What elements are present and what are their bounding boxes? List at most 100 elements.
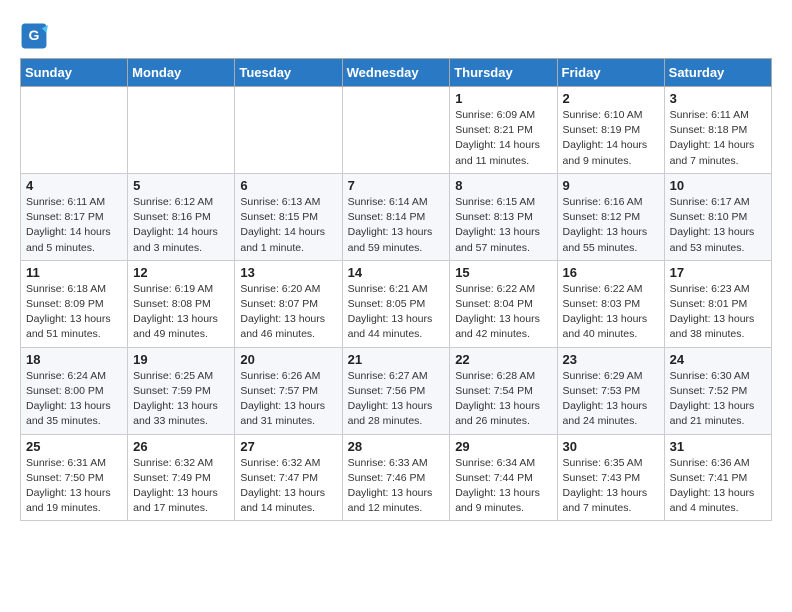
calendar-cell bbox=[128, 87, 235, 174]
day-info: Sunrise: 6:25 AM Sunset: 7:59 PM Dayligh… bbox=[133, 369, 229, 430]
calendar-cell: 6 Sunrise: 6:13 AM Sunset: 8:15 PM Daylig… bbox=[235, 173, 342, 260]
day-number: 14 bbox=[348, 265, 445, 280]
svg-text:G: G bbox=[29, 27, 40, 43]
day-number: 1 bbox=[455, 91, 551, 106]
calendar-cell: 26Sunrise: 6:32 AM Sunset: 7:49 PM Dayli… bbox=[128, 434, 235, 521]
day-info: Sunrise: 6:17 AM Sunset: 8:10 PM Dayligh… bbox=[670, 195, 766, 256]
day-number: 3 bbox=[670, 91, 766, 106]
day-info: Sunrise: 6:29 AM Sunset: 7:53 PM Dayligh… bbox=[563, 369, 659, 430]
day-number: 10 bbox=[670, 178, 766, 193]
calendar-cell: 31Sunrise: 6:36 AM Sunset: 7:41 PM Dayli… bbox=[664, 434, 771, 521]
day-info: Sunrise: 6:35 AM Sunset: 7:43 PM Dayligh… bbox=[563, 456, 659, 517]
day-number: 28 bbox=[348, 439, 445, 454]
day-number: 20 bbox=[240, 352, 336, 367]
day-number: 30 bbox=[563, 439, 659, 454]
day-number: 4 bbox=[26, 178, 122, 193]
calendar-cell: 30 Sunrise: 6:35 AM Sunset: 7:43 PM Dayli… bbox=[557, 434, 664, 521]
day-info: Sunrise: 6:22 AM Sunset: 8:03 PM Dayligh… bbox=[563, 282, 659, 343]
calendar-cell: 9 Sunrise: 6:16 AM Sunset: 8:12 PM Daylig… bbox=[557, 173, 664, 260]
day-info: Sunrise: 6:30 AM Sunset: 7:52 PM Dayligh… bbox=[670, 369, 766, 430]
calendar-cell bbox=[235, 87, 342, 174]
calendar-cell: 4Sunrise: 6:11 AM Sunset: 8:17 PM Daylig… bbox=[21, 173, 128, 260]
week-row-5: 25 Sunrise: 6:31 AM Sunset: 7:50 PM Dayli… bbox=[21, 434, 772, 521]
day-number: 16 bbox=[563, 265, 659, 280]
calendar-cell: 29 Sunrise: 6:34 AM Sunset: 7:44 PM Dayli… bbox=[450, 434, 557, 521]
weekday-header-friday: Friday bbox=[557, 59, 664, 87]
day-info: Sunrise: 6:14 AM Sunset: 8:14 PM Dayligh… bbox=[348, 195, 445, 256]
day-number: 6 bbox=[240, 178, 336, 193]
calendar-cell: 25 Sunrise: 6:31 AM Sunset: 7:50 PM Dayli… bbox=[21, 434, 128, 521]
day-number: 2 bbox=[563, 91, 659, 106]
day-number: 21 bbox=[348, 352, 445, 367]
day-number: 29 bbox=[455, 439, 551, 454]
day-info: Sunrise: 6:20 AM Sunset: 8:07 PM Dayligh… bbox=[240, 282, 336, 343]
day-info: Sunrise: 6:28 AM Sunset: 7:54 PM Dayligh… bbox=[455, 369, 551, 430]
day-number: 9 bbox=[563, 178, 659, 193]
header: G bbox=[20, 16, 772, 50]
weekday-header-monday: Monday bbox=[128, 59, 235, 87]
calendar-cell: 12 Sunrise: 6:19 AM Sunset: 8:08 PM Dayli… bbox=[128, 260, 235, 347]
day-number: 23 bbox=[563, 352, 659, 367]
calendar-cell: 27 Sunrise: 6:32 AM Sunset: 7:47 PM Dayli… bbox=[235, 434, 342, 521]
calendar-cell: 23 Sunrise: 6:29 AM Sunset: 7:53 PM Dayli… bbox=[557, 347, 664, 434]
day-number: 25 bbox=[26, 439, 122, 454]
calendar-cell: 21 Sunrise: 6:27 AM Sunset: 7:56 PM Dayli… bbox=[342, 347, 450, 434]
day-number: 8 bbox=[455, 178, 551, 193]
weekday-header-wednesday: Wednesday bbox=[342, 59, 450, 87]
day-info: Sunrise: 6:22 AM Sunset: 8:04 PM Dayligh… bbox=[455, 282, 551, 343]
day-info: Sunrise: 6:10 AM Sunset: 8:19 PM Dayligh… bbox=[563, 108, 659, 169]
day-number: 13 bbox=[240, 265, 336, 280]
calendar-cell: 10 Sunrise: 6:17 AM Sunset: 8:10 PM Dayli… bbox=[664, 173, 771, 260]
calendar-cell: 7 Sunrise: 6:14 AM Sunset: 8:14 PM Daylig… bbox=[342, 173, 450, 260]
weekday-header-sunday: Sunday bbox=[21, 59, 128, 87]
calendar-cell: 11 Sunrise: 6:18 AM Sunset: 8:09 PM Dayli… bbox=[21, 260, 128, 347]
day-info: Sunrise: 6:15 AM Sunset: 8:13 PM Dayligh… bbox=[455, 195, 551, 256]
calendar-cell: 8 Sunrise: 6:15 AM Sunset: 8:13 PM Daylig… bbox=[450, 173, 557, 260]
day-number: 24 bbox=[670, 352, 766, 367]
weekday-header-tuesday: Tuesday bbox=[235, 59, 342, 87]
day-info: Sunrise: 6:27 AM Sunset: 7:56 PM Dayligh… bbox=[348, 369, 445, 430]
weekday-header-thursday: Thursday bbox=[450, 59, 557, 87]
calendar-cell: 1 Sunrise: 6:09 AM Sunset: 8:21 PM Daylig… bbox=[450, 87, 557, 174]
day-number: 12 bbox=[133, 265, 229, 280]
day-info: Sunrise: 6:09 AM Sunset: 8:21 PM Dayligh… bbox=[455, 108, 551, 169]
day-info: Sunrise: 6:34 AM Sunset: 7:44 PM Dayligh… bbox=[455, 456, 551, 517]
day-info: Sunrise: 6:19 AM Sunset: 8:08 PM Dayligh… bbox=[133, 282, 229, 343]
calendar-cell: 20 Sunrise: 6:26 AM Sunset: 7:57 PM Dayli… bbox=[235, 347, 342, 434]
day-info: Sunrise: 6:26 AM Sunset: 7:57 PM Dayligh… bbox=[240, 369, 336, 430]
weekday-header-saturday: Saturday bbox=[664, 59, 771, 87]
calendar: SundayMondayTuesdayWednesdayThursdayFrid… bbox=[20, 58, 772, 521]
day-number: 18 bbox=[26, 352, 122, 367]
day-number: 27 bbox=[240, 439, 336, 454]
week-row-4: 18Sunrise: 6:24 AM Sunset: 8:00 PM Dayli… bbox=[21, 347, 772, 434]
day-info: Sunrise: 6:31 AM Sunset: 7:50 PM Dayligh… bbox=[26, 456, 122, 517]
day-info: Sunrise: 6:32 AM Sunset: 7:47 PM Dayligh… bbox=[240, 456, 336, 517]
calendar-cell: 14 Sunrise: 6:21 AM Sunset: 8:05 PM Dayli… bbox=[342, 260, 450, 347]
day-info: Sunrise: 6:36 AM Sunset: 7:41 PM Dayligh… bbox=[670, 456, 766, 517]
day-info: Sunrise: 6:11 AM Sunset: 8:18 PM Dayligh… bbox=[670, 108, 766, 169]
calendar-cell bbox=[342, 87, 450, 174]
day-info: Sunrise: 6:16 AM Sunset: 8:12 PM Dayligh… bbox=[563, 195, 659, 256]
day-info: Sunrise: 6:23 AM Sunset: 8:01 PM Dayligh… bbox=[670, 282, 766, 343]
calendar-cell: 17 Sunrise: 6:23 AM Sunset: 8:01 PM Dayli… bbox=[664, 260, 771, 347]
day-number: 26 bbox=[133, 439, 229, 454]
day-number: 11 bbox=[26, 265, 122, 280]
week-row-2: 4Sunrise: 6:11 AM Sunset: 8:17 PM Daylig… bbox=[21, 173, 772, 260]
calendar-cell: 19 Sunrise: 6:25 AM Sunset: 7:59 PM Dayli… bbox=[128, 347, 235, 434]
day-info: Sunrise: 6:21 AM Sunset: 8:05 PM Dayligh… bbox=[348, 282, 445, 343]
calendar-cell: 24 Sunrise: 6:30 AM Sunset: 7:52 PM Dayli… bbox=[664, 347, 771, 434]
day-number: 19 bbox=[133, 352, 229, 367]
day-number: 17 bbox=[670, 265, 766, 280]
day-number: 7 bbox=[348, 178, 445, 193]
calendar-cell bbox=[21, 87, 128, 174]
weekday-header-row: SundayMondayTuesdayWednesdayThursdayFrid… bbox=[21, 59, 772, 87]
day-info: Sunrise: 6:33 AM Sunset: 7:46 PM Dayligh… bbox=[348, 456, 445, 517]
calendar-cell: 22 Sunrise: 6:28 AM Sunset: 7:54 PM Dayli… bbox=[450, 347, 557, 434]
day-info: Sunrise: 6:12 AM Sunset: 8:16 PM Dayligh… bbox=[133, 195, 229, 256]
calendar-cell: 2 Sunrise: 6:10 AM Sunset: 8:19 PM Daylig… bbox=[557, 87, 664, 174]
day-info: Sunrise: 6:13 AM Sunset: 8:15 PM Dayligh… bbox=[240, 195, 336, 256]
calendar-cell: 15 Sunrise: 6:22 AM Sunset: 8:04 PM Dayli… bbox=[450, 260, 557, 347]
day-number: 15 bbox=[455, 265, 551, 280]
day-info: Sunrise: 6:18 AM Sunset: 8:09 PM Dayligh… bbox=[26, 282, 122, 343]
day-number: 22 bbox=[455, 352, 551, 367]
